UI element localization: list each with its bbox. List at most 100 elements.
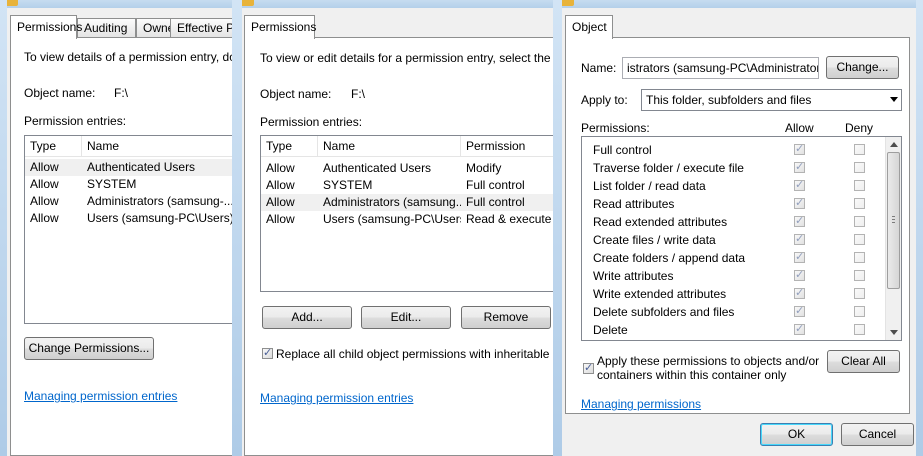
deny-checkbox[interactable] xyxy=(854,144,865,155)
intro-text: To view details of a permission entry, d… xyxy=(24,50,232,64)
deny-checkbox[interactable] xyxy=(854,306,865,317)
deny-checkbox[interactable] xyxy=(854,216,865,227)
managing-permissions-link[interactable]: Managing permissions xyxy=(581,397,701,411)
permission-row: Delete xyxy=(582,321,901,339)
deny-checkbox[interactable] xyxy=(854,270,865,281)
replace-child-permissions-checkbox[interactable] xyxy=(262,346,273,359)
name-label: Name: xyxy=(581,61,617,75)
object-name-label: Object name: xyxy=(24,86,96,100)
row-permission: Full control xyxy=(466,195,525,209)
list-header: Type Name xyxy=(25,136,232,157)
column-type[interactable]: Type xyxy=(261,136,318,156)
window-icon xyxy=(560,0,574,6)
table-row[interactable]: Allow Authenticated Users xyxy=(25,159,232,176)
deny-checkbox[interactable] xyxy=(854,288,865,299)
allow-checkbox[interactable] xyxy=(794,268,805,281)
table-row[interactable]: Allow Administrators (samsung... Full co… xyxy=(261,194,553,211)
window-frame-left xyxy=(556,0,562,456)
permission-row: Write attributes xyxy=(582,267,901,285)
permission-row: Delete subfolders and files xyxy=(582,303,901,321)
allow-checkbox[interactable] xyxy=(794,196,805,209)
object-name-label: Object name: xyxy=(260,87,332,101)
permission-entries-list[interactable]: Type Name Allow Authenticated Users Allo… xyxy=(24,135,232,324)
row-name: Users (samsung-PC\Users) xyxy=(87,211,232,225)
permissions-panel: To view details of a permission entry, d… xyxy=(10,37,232,456)
permission-row: Write extended attributes xyxy=(582,285,901,303)
permission-label: Create folders / append data xyxy=(593,251,746,265)
row-name: Administrators (samsung-... xyxy=(87,194,232,208)
allow-checkbox[interactable] xyxy=(794,250,805,263)
add-button[interactable]: Add... xyxy=(262,306,352,329)
allow-checkbox[interactable] xyxy=(794,214,805,227)
allow-checkbox[interactable] xyxy=(794,232,805,245)
change-permissions-button[interactable]: Change Permissions... xyxy=(24,337,154,360)
permission-row: Create files / write data xyxy=(582,231,901,249)
permissions-panel: To view or edit details for a permission… xyxy=(244,37,553,456)
allow-checkbox[interactable] xyxy=(794,160,805,173)
allow-checkbox[interactable] xyxy=(794,304,805,317)
table-row[interactable]: Allow SYSTEM Full control xyxy=(261,177,553,194)
apply-to-value: This folder, subfolders and files xyxy=(643,91,883,109)
tab-auditing[interactable]: Auditing xyxy=(77,18,136,37)
permission-row: Read attributes xyxy=(582,195,901,213)
deny-checkbox[interactable] xyxy=(854,234,865,245)
permission-entries-label: Permission entries: xyxy=(24,114,127,128)
row-type: Allow xyxy=(266,178,295,192)
permissions-list[interactable]: Full control Traverse folder / execute fi… xyxy=(581,136,902,341)
allow-checkbox[interactable] xyxy=(794,322,805,335)
column-permission[interactable]: Permission xyxy=(461,136,553,156)
cancel-button[interactable]: Cancel xyxy=(841,423,914,446)
scroll-up-arrow-icon[interactable] xyxy=(890,142,898,147)
tab-effective-permissions[interactable]: Effective Pe xyxy=(170,18,232,37)
window-frame-left xyxy=(0,0,7,456)
permission-label: List folder / read data xyxy=(593,179,706,193)
row-name: Authenticated Users xyxy=(87,160,196,174)
deny-checkbox[interactable] xyxy=(854,252,865,263)
permission-label: Create files / write data xyxy=(593,233,716,247)
clear-all-button[interactable]: Clear All xyxy=(827,350,900,373)
allow-checkbox[interactable] xyxy=(794,178,805,191)
scroll-down-arrow-icon[interactable] xyxy=(890,330,898,335)
table-row[interactable]: Allow Users (samsung-PC\Users) xyxy=(25,210,232,227)
permission-label: Read extended attributes xyxy=(593,215,728,229)
scrollbar-thumb[interactable] xyxy=(887,152,900,289)
tab-permissions[interactable]: Permissions xyxy=(244,15,316,39)
apply-to-dropdown[interactable]: This folder, subfolders and files xyxy=(641,89,902,111)
column-type[interactable]: Type xyxy=(25,136,82,156)
row-permission: Full control xyxy=(466,178,525,192)
managing-permission-entries-link[interactable]: Managing permission entries xyxy=(260,391,413,405)
row-permission: Read & execute xyxy=(466,212,552,226)
column-name[interactable]: Name xyxy=(318,136,461,156)
managing-permission-entries-link[interactable]: Managing permission entries xyxy=(24,389,177,403)
edit-button[interactable]: Edit... xyxy=(361,306,451,329)
window-frame-right xyxy=(916,0,923,456)
table-row[interactable]: Allow SYSTEM xyxy=(25,176,232,193)
allow-checkbox[interactable] xyxy=(794,286,805,299)
apply-to-children-checkbox[interactable] xyxy=(583,361,594,374)
window-frame-left xyxy=(236,0,242,456)
allow-checkbox[interactable] xyxy=(794,142,805,155)
table-row[interactable]: Allow Users (samsung-PC\Users) Read & ex… xyxy=(261,211,553,228)
name-field[interactable]: istrators (samsung-PC\Administrators) xyxy=(622,57,819,79)
deny-checkbox[interactable] xyxy=(854,198,865,209)
title-bar xyxy=(0,0,232,8)
permission-entries-list[interactable]: Type Name Permission Allow Authenticated… xyxy=(260,135,553,292)
column-name[interactable]: Name xyxy=(82,136,232,156)
list-header: Type Name Permission xyxy=(261,136,553,157)
table-row[interactable]: Allow Authenticated Users Modify xyxy=(261,160,553,177)
row-type: Allow xyxy=(30,177,59,191)
deny-checkbox[interactable] xyxy=(854,180,865,191)
tab-object[interactable]: Object xyxy=(565,15,613,39)
deny-checkbox[interactable] xyxy=(854,162,865,173)
ok-button[interactable]: OK xyxy=(760,423,833,446)
deny-checkbox[interactable] xyxy=(854,324,865,335)
replace-child-permissions-label: Replace all child object permissions wit… xyxy=(276,347,553,361)
deny-column-header: Deny xyxy=(845,121,874,135)
permissions-scrollbar[interactable] xyxy=(885,137,901,340)
table-row[interactable]: Allow Administrators (samsung-... xyxy=(25,193,232,210)
tab-permissions[interactable]: Permissions xyxy=(10,15,82,39)
row-type: Allow xyxy=(30,160,59,174)
permission-entry-window: Object Name: istrators (samsung-PC\Admin… xyxy=(556,0,923,456)
remove-button[interactable]: Remove xyxy=(461,306,551,329)
change-button[interactable]: Change... xyxy=(826,56,899,79)
